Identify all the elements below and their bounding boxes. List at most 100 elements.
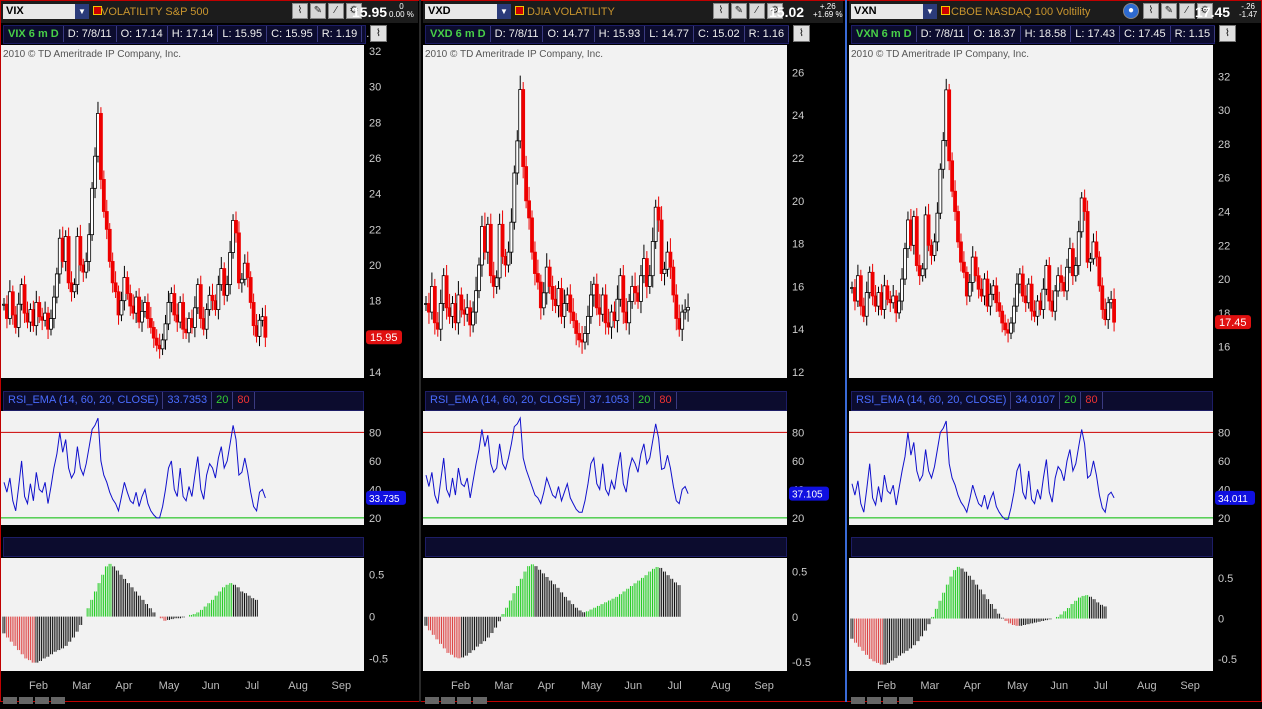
- candle-body: [471, 311, 476, 326]
- candle-body: [1041, 288, 1046, 310]
- price-tick-label: 32: [369, 46, 381, 58]
- zoom-button[interactable]: [899, 697, 913, 704]
- candle-body: [251, 302, 256, 327]
- last-price: 15.02: [769, 4, 805, 20]
- rsi-study-header[interactable]: RSI_EMA (14, 60, 20, CLOSE) 34.0107 20 80: [851, 391, 1213, 411]
- zoom-button[interactable]: [867, 697, 881, 704]
- price-plot-area: [423, 45, 787, 378]
- rsi-study-header[interactable]: RSI_EMA (14, 60, 20, CLOSE) 33.7353 20 80: [3, 391, 364, 411]
- macd-study-header[interactable]: [851, 537, 1213, 557]
- macd-tick-label: 0: [1218, 614, 1224, 626]
- price-tick-label: 26: [792, 67, 804, 79]
- zoom-controls[interactable]: [3, 691, 67, 704]
- zoom-button[interactable]: [35, 697, 49, 704]
- x-tick-label: Sep: [754, 680, 774, 692]
- zoom-button[interactable]: [3, 697, 17, 704]
- rsi-label: RSI_EMA (14, 60, 20, CLOSE): [4, 392, 164, 409]
- ohlc-info-bar: VXD 6 m D D: 7/8/11 O: 14.77 H: 15.93 L: 14.…: [425, 25, 808, 44]
- candle-body: [237, 232, 241, 284]
- rsi-chart: 2040608033.735: [1, 411, 406, 525]
- candle-body: [1012, 305, 1016, 324]
- info-date: D: 7/8/11: [917, 26, 970, 42]
- candle-body: [1094, 241, 1099, 258]
- chart-style-icon[interactable]: ⌇: [370, 25, 387, 42]
- candle-body: [113, 282, 118, 293]
- macd-plot-area: [1, 558, 364, 671]
- rsi-tick-label: 60: [369, 456, 381, 468]
- candle-body: [568, 294, 573, 313]
- macd-tick-label: 0: [369, 612, 375, 624]
- chart-style-icon[interactable]: ⌇: [292, 3, 308, 19]
- rsi-tick-label: 60: [1218, 456, 1230, 468]
- candle-body: [1112, 298, 1116, 323]
- price-tick-label: 30: [1218, 105, 1230, 117]
- x-tick-label: Apr: [964, 680, 981, 692]
- studies-icon[interactable]: ⁄: [1179, 3, 1195, 19]
- drawing-icon[interactable]: ✎: [1161, 3, 1177, 19]
- zoom-button[interactable]: [851, 697, 865, 704]
- alert-icon[interactable]: [515, 6, 524, 15]
- candle-body: [1015, 283, 1019, 307]
- candle-body: [1000, 310, 1005, 324]
- zoom-button[interactable]: [883, 697, 897, 704]
- zoom-controls[interactable]: [425, 691, 489, 704]
- candle-body: [225, 284, 230, 296]
- macd-study-header[interactable]: [3, 537, 364, 557]
- symbol-dropdown-icon[interactable]: ▼: [497, 4, 511, 19]
- candle-body: [90, 187, 94, 236]
- alert-icon[interactable]: [941, 6, 950, 15]
- drawing-icon[interactable]: ✎: [731, 3, 747, 19]
- candle-body: [54, 273, 59, 298]
- candle-body: [521, 89, 526, 167]
- zoom-controls[interactable]: [851, 691, 915, 704]
- symbol-field[interactable]: VIX ▼: [3, 4, 89, 19]
- candle-body: [656, 206, 661, 221]
- zoom-button[interactable]: [457, 697, 471, 704]
- macd-study-header[interactable]: [425, 537, 787, 557]
- candle-body: [1085, 211, 1090, 263]
- zoom-button[interactable]: [51, 697, 65, 704]
- macd-tick-label: 0.5: [792, 567, 807, 579]
- symbol-dropdown-icon[interactable]: ▼: [923, 4, 937, 19]
- panel-divider[interactable]: [419, 0, 421, 702]
- symbol-description: DJIA VOLATILITY: [527, 6, 615, 18]
- price-tick-label: 20: [1218, 274, 1230, 286]
- price-tick-label: 18: [792, 239, 804, 251]
- zoom-button[interactable]: [441, 697, 455, 704]
- candle-body: [903, 248, 907, 280]
- info-close: C: 17.45: [1120, 26, 1171, 42]
- symbol-field[interactable]: VXD ▼: [425, 4, 511, 19]
- candle-body: [988, 293, 993, 307]
- candle-body: [858, 275, 863, 307]
- chart-style-icon[interactable]: ⌇: [793, 25, 810, 42]
- candle-body: [1097, 256, 1102, 287]
- price-tick-label: 28: [369, 117, 381, 129]
- studies-icon[interactable]: ⁄: [328, 3, 344, 19]
- studies-icon[interactable]: ⁄: [749, 3, 765, 19]
- zoom-button[interactable]: [425, 697, 439, 704]
- rsi-label: RSI_EMA (14, 60, 20, CLOSE): [426, 392, 586, 409]
- drawing-icon[interactable]: ✎: [310, 3, 326, 19]
- candle-body: [650, 241, 655, 277]
- rsi-chart: 2040608034.011: [849, 411, 1255, 525]
- zoom-button[interactable]: [473, 697, 487, 704]
- panel-divider[interactable]: [845, 0, 847, 702]
- symbol-field[interactable]: VXN ▼: [851, 4, 937, 19]
- macd-histogram: -0.5 0 0.5: [1, 558, 388, 671]
- price-plot-area: [849, 45, 1213, 378]
- candle-body: [128, 293, 133, 307]
- candle-body: [1076, 231, 1081, 266]
- last-price: 15.95: [352, 4, 388, 20]
- symbol-dropdown-icon[interactable]: ▼: [75, 4, 89, 19]
- chart-style-icon[interactable]: ⌇: [1143, 3, 1159, 19]
- candle-body: [474, 290, 478, 313]
- candle-body: [1065, 266, 1069, 292]
- rsi-study-header[interactable]: RSI_EMA (14, 60, 20, CLOSE) 37.1053 20 80: [425, 391, 787, 411]
- x-tick-label: Jul: [1094, 680, 1108, 692]
- price-chart: 2010 © TD Ameritrade IP Company, Inc. 12 1…: [423, 45, 804, 379]
- zoom-button[interactable]: [19, 697, 33, 704]
- chart-style-icon[interactable]: ⌇: [1219, 25, 1236, 42]
- chart-style-icon[interactable]: ⌇: [713, 3, 729, 19]
- candle-body: [438, 303, 443, 330]
- link-icon[interactable]: ●: [1123, 3, 1139, 19]
